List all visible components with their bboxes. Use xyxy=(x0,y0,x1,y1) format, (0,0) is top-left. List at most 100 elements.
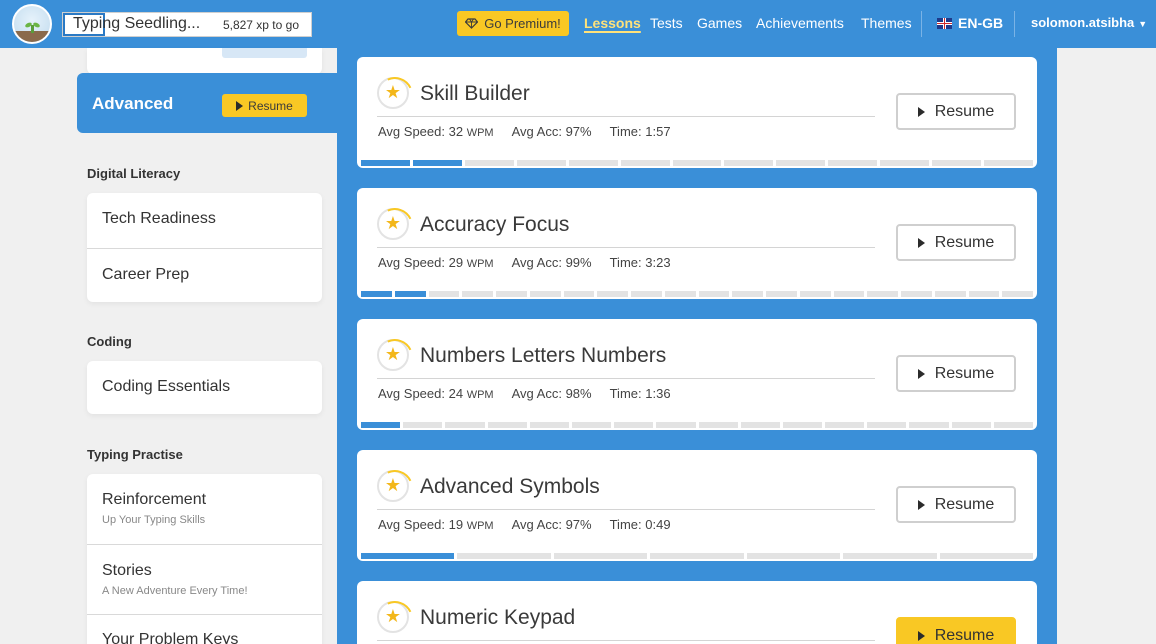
progress-segment xyxy=(563,291,595,297)
progress-segment xyxy=(698,422,738,428)
progress-segment xyxy=(825,422,865,428)
lesson-resume-button[interactable]: Resume xyxy=(896,93,1016,130)
go-premium-button[interactable]: Go Premium! xyxy=(457,11,569,36)
lesson-progress xyxy=(361,160,1033,166)
section-heading-coding: Coding xyxy=(87,334,132,349)
nav-divider xyxy=(921,11,922,37)
section-heading-typing-practise: Typing Practise xyxy=(87,447,183,462)
level-progress-box[interactable]: Typing Seedling... 5,827 xp to go xyxy=(62,12,312,37)
sidebar-item-subtitle: Up Your Typing Skills xyxy=(102,514,206,526)
lesson-resume-button[interactable]: Resume xyxy=(896,617,1016,644)
progress-segment-done xyxy=(361,422,401,428)
progress-segment-done xyxy=(394,291,426,297)
lesson-resume-label: Resume xyxy=(934,495,995,513)
nav-tests[interactable]: Tests xyxy=(650,15,683,31)
progress-segment xyxy=(403,422,443,428)
progress-segment xyxy=(457,553,551,559)
typing-practise-card: Reinforcement Up Your Typing Skills Stor… xyxy=(87,474,322,644)
progress-segment xyxy=(766,291,797,297)
sidebar-item-label: Tech Readiness xyxy=(102,210,216,227)
progress-segment xyxy=(776,160,826,166)
progress-segment xyxy=(487,422,527,428)
lesson-resume-label: Resume xyxy=(934,364,995,382)
progress-segment xyxy=(664,291,696,297)
avg-accuracy: 99% xyxy=(565,255,592,270)
progress-segment xyxy=(672,160,722,166)
nav-divider xyxy=(1014,11,1015,37)
nav-lessons[interactable]: Lessons xyxy=(584,15,641,31)
lesson-time: 3:23 xyxy=(645,255,671,270)
progress-segment xyxy=(782,422,823,428)
progress-segment xyxy=(445,422,485,428)
sidebar-item-tech-readiness[interactable]: Tech Readiness xyxy=(87,193,322,248)
lesson-stats: Avg Speed: 24 WPM Avg Acc: 98% Time: 1:36 xyxy=(378,386,671,401)
active-course-title: Advanced xyxy=(92,94,174,113)
progress-segment xyxy=(746,553,841,559)
progress-segment xyxy=(571,422,612,428)
language-selector[interactable]: EN-GB xyxy=(937,15,1003,31)
progress-segment xyxy=(833,291,865,297)
progress-segment xyxy=(462,291,493,297)
previous-course-card[interactable] xyxy=(87,48,322,74)
sidebar-item-stories[interactable]: Stories A New Adventure Every Time! xyxy=(87,544,322,614)
progress-segment xyxy=(553,553,648,559)
avg-accuracy: 97% xyxy=(565,517,592,532)
progress-segment-done xyxy=(361,291,392,297)
sidebar-item-career-prep[interactable]: Career Prep xyxy=(87,248,322,302)
lesson-time: 1:36 xyxy=(645,386,671,401)
lesson-title[interactable]: Accuracy Focus xyxy=(420,213,569,237)
avg-speed: 19 xyxy=(448,517,464,532)
progress-segment xyxy=(932,160,982,166)
avg-speed: 32 xyxy=(448,124,464,139)
progress-segment xyxy=(464,160,514,166)
lesson-title[interactable]: Skill Builder xyxy=(420,82,530,106)
nav-games[interactable]: Games xyxy=(697,15,742,31)
lesson-resume-button[interactable]: Resume xyxy=(896,224,1016,261)
progress-segment xyxy=(597,291,628,297)
sidebar-item-coding-essentials[interactable]: Coding Essentials xyxy=(87,361,322,414)
lesson-resume-label: Resume xyxy=(934,102,995,120)
progress-segment xyxy=(909,422,949,428)
seedling-avatar-icon[interactable] xyxy=(12,4,52,44)
progress-segment xyxy=(984,160,1033,166)
right-gutter xyxy=(1057,48,1156,644)
progress-segment xyxy=(568,160,618,166)
digital-literacy-card: Tech Readiness Career Prep xyxy=(87,193,322,302)
diamond-icon xyxy=(465,18,479,29)
progress-segment xyxy=(939,553,1033,559)
level-name: Typing Seedling... xyxy=(73,15,201,32)
progress-segment xyxy=(529,291,561,297)
user-menu[interactable]: solomon.atsibha ▼ xyxy=(1031,15,1147,30)
lesson-resume-button[interactable]: Resume xyxy=(896,355,1016,392)
progress-segment xyxy=(698,291,730,297)
nav-achievements[interactable]: Achievements xyxy=(756,15,844,31)
go-premium-label: Go Premium! xyxy=(484,16,561,31)
progress-segment xyxy=(650,553,744,559)
lesson-stats: Avg Speed: 29 WPM Avg Acc: 99% Time: 3:23 xyxy=(378,255,671,270)
progress-segment-done xyxy=(412,160,462,166)
progress-segment xyxy=(1002,291,1033,297)
avg-speed: 29 xyxy=(448,255,464,270)
lesson-progress xyxy=(361,422,1033,428)
progress-segment xyxy=(799,291,831,297)
lesson-title[interactable]: Numeric Keypad xyxy=(420,606,575,630)
nav-themes[interactable]: Themes xyxy=(861,15,912,31)
lesson-card: ★ Accuracy Focus Avg Speed: 29 WPM Avg Ac… xyxy=(357,188,1037,299)
lesson-time: 0:49 xyxy=(645,517,671,532)
sidebar-item-subtitle: A New Adventure Every Time! xyxy=(102,585,248,597)
star-badge-icon: ★ xyxy=(377,339,409,371)
active-course-advanced[interactable]: Advanced Resume xyxy=(77,73,337,133)
lesson-resume-label: Resume xyxy=(934,626,995,644)
caret-down-icon: ▼ xyxy=(1138,19,1148,29)
sidebar-item-your-problem-keys[interactable]: Your Problem Keys xyxy=(87,614,322,644)
lesson-title[interactable]: Numbers Letters Numbers xyxy=(420,344,666,368)
sidebar-item-reinforcement[interactable]: Reinforcement Up Your Typing Skills xyxy=(87,474,322,544)
avg-speed: 24 xyxy=(448,386,464,401)
lesson-title[interactable]: Advanced Symbols xyxy=(420,475,600,499)
progress-segment xyxy=(901,291,932,297)
course-resume-button[interactable]: Resume xyxy=(222,94,307,117)
lesson-progress xyxy=(361,291,1033,297)
lesson-card: ★ Numbers Letters Numbers Avg Speed: 24 … xyxy=(357,319,1037,430)
lesson-resume-button[interactable]: Resume xyxy=(896,486,1016,523)
username: solomon.atsibha xyxy=(1031,15,1135,30)
